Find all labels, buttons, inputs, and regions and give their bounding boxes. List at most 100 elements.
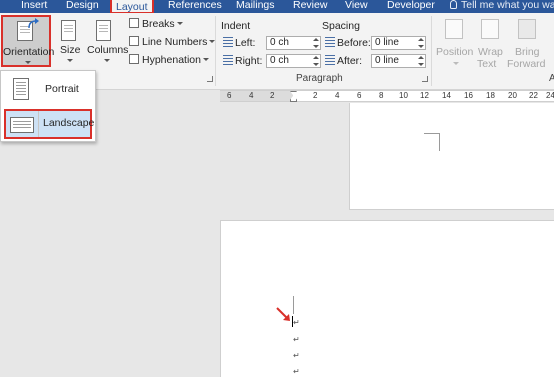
hyphenation-label: Hyphenation [142, 54, 201, 66]
bring-forward-icon [518, 19, 536, 39]
tab-references[interactable]: References [168, 0, 222, 13]
wrap-label: Wrap [478, 46, 503, 58]
indent-right-value: 0 ch [270, 55, 289, 66]
rotate-arrow-icon [28, 18, 39, 29]
spacing-after-icon [325, 55, 335, 65]
group-separator [431, 16, 432, 86]
ruler-tick: 24 [546, 91, 554, 100]
page-setup-launcher-icon[interactable] [207, 76, 213, 82]
bring-label-2: Forward [507, 58, 546, 70]
ruler-tick: 8 [379, 91, 384, 100]
indent-marker-icon[interactable] [290, 91, 297, 102]
indent-right-label: Right: [223, 55, 262, 67]
orientation-button[interactable]: Orientation [1, 15, 55, 67]
spacing-before-value: 0 line [375, 37, 399, 48]
spacing-before-icon [325, 37, 335, 47]
paragraph-launcher-icon[interactable] [422, 76, 428, 82]
spinner-arrows-icon[interactable] [418, 38, 424, 48]
bring-label: Bring [515, 46, 540, 58]
line-numbers-icon [129, 36, 139, 46]
spacing-before-label: Before: [325, 37, 371, 49]
ruler-tick: 18 [486, 91, 495, 100]
chevron-down-icon [104, 59, 110, 62]
breaks-label: Breaks [142, 18, 175, 30]
arrange-group-label: A [549, 73, 554, 84]
landscape-label: Landscape [43, 117, 95, 129]
hyphenation-button[interactable]: Hyphenation [129, 53, 209, 67]
wrap-label-2: Text [477, 58, 497, 70]
ruler-tick: 16 [464, 91, 473, 100]
spacing-before-field[interactable]: 0 line [371, 36, 426, 50]
tab-view[interactable]: View [345, 0, 368, 13]
wrap-text-icon [481, 19, 499, 39]
tab-design[interactable]: Design [66, 0, 99, 13]
orientation-landscape-item[interactable]: Landscape [4, 109, 95, 139]
indent-left-field[interactable]: 0 ch [266, 36, 321, 50]
tab-insert[interactable]: Insert [21, 0, 47, 13]
paragraph-mark: ↵ [293, 335, 300, 344]
page-corner-mark [424, 133, 440, 151]
ruler-tick: 2 [313, 91, 318, 100]
line-numbers-button[interactable]: Line Numbers [129, 35, 216, 49]
chevron-down-icon [67, 59, 73, 62]
paragraph-mark: ↵ [293, 351, 300, 360]
menu-divider [38, 111, 39, 137]
chevron-down-icon [25, 61, 31, 64]
spacing-title: Spacing [322, 20, 360, 32]
orientation-label: Orientation [3, 46, 55, 58]
spacing-after-field[interactable]: 0 line [371, 54, 426, 68]
ruler-tick: 2 [270, 91, 275, 100]
indent-left-text: Left: [235, 37, 256, 49]
tab-layout[interactable]: Layout [110, 0, 154, 14]
spacing-after-label: After: [325, 55, 362, 67]
columns-button[interactable]: Columns [86, 15, 128, 67]
lightbulb-icon [450, 0, 457, 9]
chevron-down-icon [176, 22, 183, 25]
portrait-label: Portrait [45, 83, 79, 95]
ruler-tick: 14 [442, 91, 451, 100]
position-label: Position [436, 46, 474, 58]
orientation-menu: Portrait Landscape [0, 70, 96, 142]
size-button[interactable]: Size [55, 15, 83, 67]
indent-right-field[interactable]: 0 ch [266, 54, 321, 68]
paragraph-group-label: Paragraph [296, 73, 343, 84]
landscape-icon [10, 117, 34, 133]
orientation-portrait-item[interactable]: Portrait [4, 75, 92, 105]
ruler-tick: 10 [399, 91, 408, 100]
document-page-2[interactable] [220, 220, 554, 377]
paragraph-mark: ↵ [293, 318, 300, 327]
ruler-tick: 20 [508, 91, 517, 100]
ruler-tick: 22 [529, 91, 538, 100]
spacing-before-text: Before: [337, 37, 371, 49]
line-numbers-label: Line Numbers [142, 36, 208, 48]
hyphenation-icon [129, 54, 139, 64]
size-label: Size [60, 44, 81, 56]
indent-title: Indent [221, 20, 251, 32]
chevron-down-icon [202, 58, 209, 61]
tab-review[interactable]: Review [293, 0, 327, 13]
ruler-tick: 12 [420, 91, 429, 100]
ruler-tick: 6 [227, 91, 232, 100]
position-button[interactable]: Position [435, 15, 473, 69]
document-page-1[interactable] [349, 103, 554, 210]
tab-mailings[interactable]: Mailings [236, 0, 275, 13]
spinner-arrows-icon[interactable] [313, 56, 319, 66]
group-separator [215, 16, 216, 86]
horizontal-ruler[interactable]: 6 4 2 2 4 6 8 10 12 14 16 18 20 22 24 [220, 90, 554, 102]
ruler-tick: 4 [335, 91, 340, 100]
indent-left-value: 0 ch [270, 37, 289, 48]
portrait-icon [13, 78, 29, 100]
breaks-button[interactable]: Breaks [129, 17, 183, 31]
columns-icon [96, 20, 111, 41]
tell-me-text: Tell me what you wa [461, 0, 554, 11]
tell-me-box[interactable]: Tell me what you wa [450, 0, 554, 11]
spinner-arrows-icon[interactable] [418, 56, 424, 66]
chevron-down-icon [453, 62, 459, 65]
bring-forward-button[interactable]: Bring Forward [506, 15, 548, 70]
indent-right-text: Right: [235, 55, 263, 67]
wrap-text-button[interactable]: Wrap Text [475, 15, 505, 70]
spinner-arrows-icon[interactable] [313, 38, 319, 48]
position-icon [445, 19, 463, 39]
tab-developer[interactable]: Developer [387, 0, 435, 13]
indent-left-icon [223, 37, 233, 47]
